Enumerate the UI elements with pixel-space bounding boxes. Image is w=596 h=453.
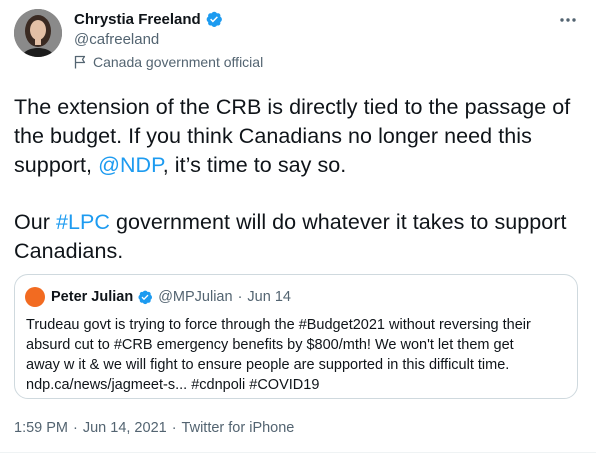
separator-dot: · [171, 420, 177, 436]
quoted-tweet-text: Trudeau govt is trying to force through … [26, 315, 574, 395]
separator-dot: · [73, 420, 78, 436]
quoted-text-line: absurd cut to #CRB emergency benefits by… [26, 337, 514, 353]
lpc-hashtag-link[interactable]: #LPC [56, 210, 110, 234]
quoted-text-line: away w it & we will fight to ensure peop… [26, 357, 510, 373]
verified-badge-icon [137, 289, 153, 305]
quoted-text-line: ndp.ca/news/jagmeet-s... #cdnpoli #COVID… [26, 377, 320, 393]
quoted-tweet[interactable]: Peter Julian @MPJulian · Jun 14 Trudeau … [14, 274, 578, 399]
tweet-paragraph-1: The extension of the CRB is directly tie… [14, 93, 584, 179]
tweet-card: Chrystia Freeland @cafreeland Canada gov… [0, 0, 596, 453]
more-options-icon[interactable] [558, 10, 578, 30]
author-info: Chrystia Freeland @cafreeland [74, 8, 223, 50]
tweet-text-part: , it’s time to say so. [162, 152, 347, 177]
tweet-paragraph-2: Our #LPC government will do whatever it … [14, 208, 584, 266]
quoted-author-avatar [25, 287, 45, 307]
ndp-mention-link[interactable]: @NDP [98, 153, 163, 177]
quoted-author-handle: @MPJulian [158, 289, 233, 305]
tweet-text-part: Our [14, 210, 57, 235]
flag-icon [74, 55, 86, 69]
quoted-text-line: Trudeau govt is trying to force through … [26, 317, 531, 333]
tweet-meta: 1:59 PM · Jun 14, 2021 · Twitter for iPh… [14, 420, 294, 436]
author-display-name[interactable]: Chrystia Freeland [74, 11, 201, 28]
separator-dot: · [237, 289, 243, 305]
author-avatar[interactable] [14, 9, 62, 57]
quoted-author-name: Peter Julian [51, 289, 134, 305]
quoted-tweet-header: Peter Julian @MPJulian · Jun 14 [25, 287, 291, 307]
quoted-tweet-date: Jun 14 [247, 289, 291, 305]
author-handle[interactable]: @cafreeland [74, 30, 223, 50]
government-label-text: Canada government official [93, 54, 264, 70]
tweet-time[interactable]: 1:59 PM [14, 420, 68, 436]
verified-badge-icon [205, 10, 223, 28]
tweet-text: The extension of the CRB is directly tie… [14, 93, 584, 266]
government-label[interactable]: Canada government official [74, 54, 263, 70]
tweet-source: Twitter for iPhone [181, 420, 295, 436]
tweet-date[interactable]: Jun 14, 2021 [83, 420, 167, 436]
